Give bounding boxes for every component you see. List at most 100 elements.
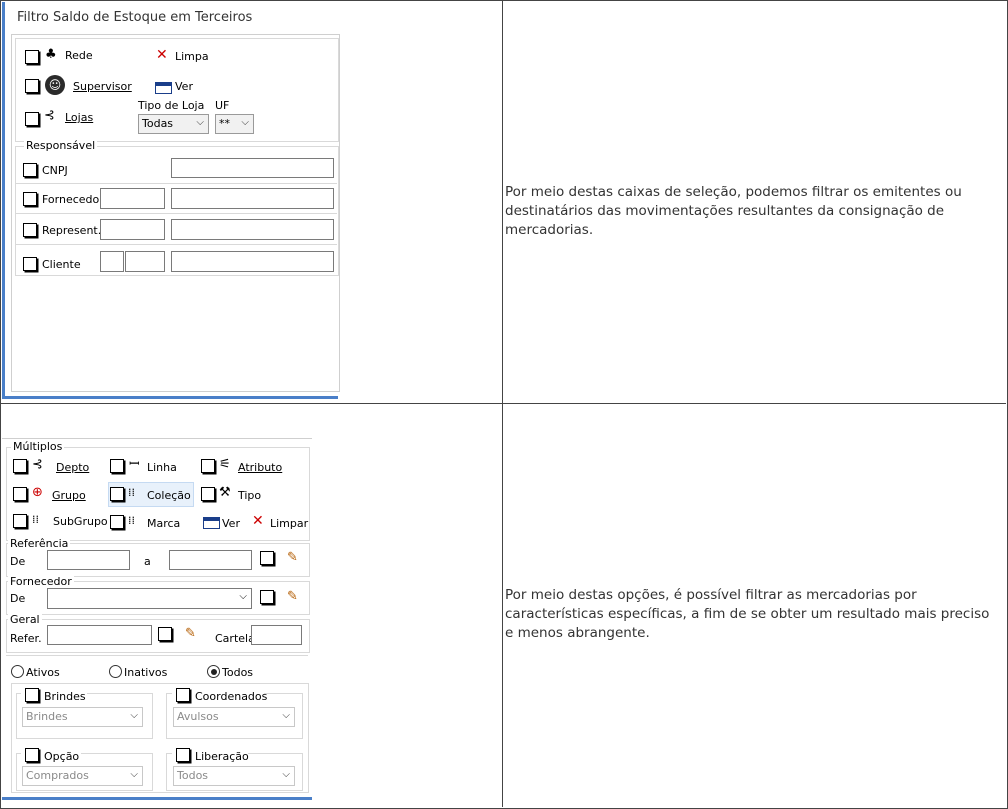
window-edge <box>2 2 5 398</box>
fornecedor-checkbox[interactable] <box>23 192 37 206</box>
edit-list-icon[interactable]: ✎ <box>185 627 196 641</box>
cliente-code-input[interactable] <box>125 251 165 272</box>
grupo-label: Grupo <box>52 489 86 502</box>
opcao-select[interactable]: Comprados ⌵ <box>22 766 143 786</box>
limpa-button[interactable]: Limpa <box>175 50 209 63</box>
marca-label: Marca <box>147 517 181 530</box>
todos-label: Todos <box>222 666 254 679</box>
cnpj-label: CNPJ <box>42 164 68 177</box>
cartela-label: Cartela <box>215 632 255 645</box>
depto-label: Depto <box>56 461 90 474</box>
opcao-checkbox[interactable] <box>25 748 39 762</box>
tipo-checkbox[interactable] <box>201 487 215 501</box>
subgrupo-checkbox[interactable] <box>13 514 27 528</box>
fornecedor-checkbox[interactable] <box>260 590 274 604</box>
represent-name-input[interactable] <box>171 219 334 240</box>
referencia-checkbox[interactable] <box>260 551 274 565</box>
line-icon: ꟷ <box>129 457 140 472</box>
ativos-radio[interactable] <box>11 665 24 678</box>
marca-checkbox[interactable] <box>110 515 124 529</box>
liberacao-checkbox[interactable] <box>176 748 190 762</box>
referencia-a-label: a <box>144 555 151 568</box>
cliente-name-input[interactable] <box>171 251 334 272</box>
brindes-checkbox[interactable] <box>25 688 39 702</box>
opcao-label: Opção <box>44 750 80 763</box>
description-top: Por meio destas caixas de seleção, podem… <box>505 184 962 238</box>
ver-icon[interactable] <box>203 517 220 529</box>
chevron-down-icon: ⌵ <box>130 710 138 721</box>
chevron-down-icon: ⌵ <box>241 117 249 128</box>
represent-code-input[interactable] <box>100 219 165 240</box>
ver-icon[interactable] <box>155 82 172 94</box>
collection-icon: ⁞⁞ <box>128 486 135 499</box>
chevron-down-icon: ⌵ <box>282 769 290 780</box>
supervisor-label: Supervisor <box>73 80 132 93</box>
grupo-checkbox[interactable] <box>13 487 27 501</box>
uf-label: UF <box>215 99 230 112</box>
fornecedor-code-input[interactable] <box>100 188 165 209</box>
fornecedor-name-input[interactable] <box>171 188 334 209</box>
coordenados-checkbox[interactable] <box>176 688 190 702</box>
supervisor-icon: ☺ <box>45 75 65 95</box>
uf-select[interactable]: ** ⌵ <box>215 114 254 134</box>
todos-radio[interactable] <box>207 665 220 678</box>
type-icon: ⚒ <box>219 485 231 500</box>
inativos-label: Inativos <box>124 666 168 679</box>
referencia-a-input[interactable] <box>169 550 252 570</box>
coordenados-label: Coordenados <box>195 690 268 703</box>
liberacao-select[interactable]: Todos ⌵ <box>173 766 295 786</box>
brindes-select[interactable]: Brindes ⌵ <box>22 707 143 727</box>
filtro-saldo-panel: Filtro Saldo de Estoque em Terceiros ♣ R… <box>2 2 340 400</box>
row-divider <box>0 403 1006 404</box>
tipo-loja-label: Tipo de Loja <box>138 99 205 112</box>
represent-checkbox[interactable] <box>23 223 37 237</box>
cnpj-checkbox[interactable] <box>23 163 37 177</box>
linha-label: Linha <box>147 461 177 474</box>
refer-checkbox[interactable] <box>158 627 172 641</box>
ver-button[interactable]: Ver <box>222 517 240 530</box>
tipo-label: Tipo <box>238 489 262 502</box>
cliente-checkbox[interactable] <box>23 257 37 271</box>
lojas-checkbox[interactable] <box>25 112 39 126</box>
divider <box>15 183 337 184</box>
network-icon: ♣ <box>45 47 57 62</box>
top-divider <box>2 438 312 439</box>
chevron-down-icon: ⌵ <box>196 117 204 128</box>
supervisor-checkbox[interactable] <box>25 79 39 93</box>
clear-icon[interactable]: ✕ <box>252 514 264 528</box>
clear-icon[interactable]: ✕ <box>156 48 168 62</box>
edit-list-icon[interactable]: ✎ <box>287 551 298 565</box>
coordenados-select[interactable]: Avulsos ⌵ <box>173 707 295 727</box>
colecao-label: Coleção <box>147 489 191 502</box>
rede-checkbox[interactable] <box>25 50 39 64</box>
subgrupo-label: SubGrupo <box>53 515 108 528</box>
cliente-prefix-input[interactable] <box>100 251 124 272</box>
edit-list-icon[interactable]: ✎ <box>287 590 298 604</box>
responsavel-legend: Responsável <box>24 139 98 152</box>
colecao-checkbox[interactable] <box>110 487 124 501</box>
stores-icon: ⊰ <box>44 108 55 123</box>
cartela-input[interactable] <box>251 625 302 645</box>
cnpj-input[interactable] <box>171 158 334 178</box>
tipo-loja-select[interactable]: Todas ⌵ <box>138 114 209 134</box>
window-edge-bottom <box>2 797 312 800</box>
depto-checkbox[interactable] <box>13 459 27 473</box>
cliente-label: Cliente <box>42 258 81 271</box>
ver-button[interactable]: Ver <box>175 80 193 93</box>
fornecedor-select[interactable]: ⌵ <box>47 588 252 609</box>
linha-checkbox[interactable] <box>110 459 124 473</box>
description-bottom: Por meio destas opções, é possível filtr… <box>505 587 990 641</box>
inativos-radio[interactable] <box>109 665 122 678</box>
refer-input[interactable] <box>47 625 152 645</box>
limpar-button[interactable]: Limpar <box>270 517 308 530</box>
lojas-label: Lojas <box>65 111 94 124</box>
attribute-icon: ⚟ <box>219 457 231 472</box>
divider <box>15 244 337 245</box>
liberacao-label: Liberação <box>195 750 249 763</box>
referencia-de-input[interactable] <box>47 550 130 570</box>
atributo-label: Atributo <box>238 461 283 474</box>
referencia-de-label: De <box>10 555 26 568</box>
chevron-down-icon: ⌵ <box>130 769 138 780</box>
multiplos-panel: Múltiplos ⊰ Depto ꟷ Linha ⚟ Atributo ⊕ G… <box>2 405 312 801</box>
atributo-checkbox[interactable] <box>201 459 215 473</box>
